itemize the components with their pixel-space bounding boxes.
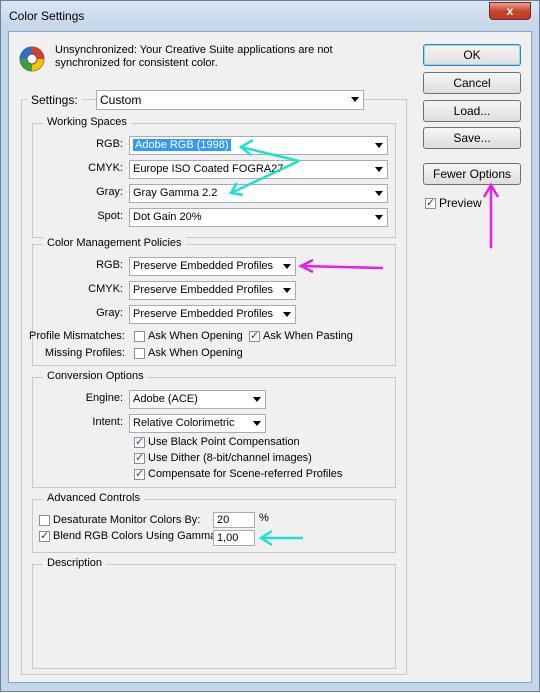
preview-label: Preview: [439, 196, 482, 210]
mismatch-ask-pasting-label: Ask When Pasting: [263, 330, 353, 342]
chevron-down-icon: [375, 167, 383, 172]
settings-value: Custom: [100, 93, 142, 107]
desaturate-label: Desaturate Monitor Colors By:: [53, 514, 201, 526]
policy-rgb-label: RGB:: [96, 259, 123, 271]
settings-select[interactable]: Custom: [96, 90, 364, 110]
black-point-checkbox[interactable]: [134, 435, 145, 448]
chevron-down-icon: [283, 288, 291, 293]
chevron-down-icon: [283, 312, 291, 317]
blend-gamma-input[interactable]: 1,00: [213, 530, 255, 546]
scene-referred-checkbox[interactable]: [134, 467, 145, 480]
missing-ask-opening-label: Ask When Opening: [148, 347, 243, 359]
chevron-down-icon: [253, 397, 261, 402]
intent-select[interactable]: Relative Colorimetric: [129, 414, 266, 433]
title-bar[interactable]: Color Settings x: [1, 1, 539, 31]
conversion-title: Conversion Options: [43, 370, 148, 382]
missing-ask-opening-checkbox[interactable]: [134, 348, 145, 359]
chevron-down-icon: [253, 421, 261, 426]
engine-label: Engine:: [85, 392, 123, 404]
mismatch-ask-opening-label: Ask When Opening: [148, 330, 243, 342]
ws-gray-select[interactable]: Gray Gamma 2.2: [129, 184, 388, 203]
desaturate-unit: %: [259, 512, 269, 524]
working-spaces-title: Working Spaces: [43, 116, 131, 128]
ws-cmyk-label: CMYK:: [88, 162, 123, 174]
ws-rgb-label: RGB:: [96, 138, 123, 150]
black-point-label: Use Black Point Compensation: [148, 436, 300, 448]
blend-gamma-label: Blend RGB Colors Using Gamma:: [53, 530, 220, 542]
close-icon: x: [506, 4, 514, 18]
mismatch-ask-pasting-checkbox[interactable]: [249, 329, 260, 342]
chevron-down-icon: [375, 143, 383, 148]
policy-cmyk-value: Preserve Embedded Profiles: [133, 284, 274, 296]
desaturate-checkbox[interactable]: [39, 515, 50, 526]
missing-profiles-label: Missing Profiles:: [44, 347, 125, 359]
ws-rgb-value: Adobe RGB (1998): [133, 139, 231, 151]
ws-spot-value: Dot Gain 20%: [133, 211, 202, 223]
intent-value: Relative Colorimetric: [133, 417, 235, 429]
policy-gray-label: Gray:: [96, 307, 123, 319]
engine-value: Adobe (ACE): [133, 393, 198, 405]
ws-spot-label: Spot:: [97, 210, 123, 222]
ws-gray-label: Gray:: [96, 186, 123, 198]
dialog-body: Unsynchronized: Your Creative Suite appl…: [8, 31, 532, 683]
policy-rgb-select[interactable]: Preserve Embedded Profiles: [129, 257, 296, 276]
save-button[interactable]: Save...: [423, 127, 521, 149]
chevron-down-icon: [375, 191, 383, 196]
desaturate-input[interactable]: 20: [213, 512, 255, 528]
ws-cmyk-value: Europe ISO Coated FOGRA27: [133, 163, 284, 175]
chevron-down-icon: [351, 97, 359, 102]
engine-select[interactable]: Adobe (ACE): [129, 390, 266, 409]
policy-rgb-value: Preserve Embedded Profiles: [133, 260, 274, 272]
chevron-down-icon: [375, 215, 383, 220]
color-wheel-icon: [19, 46, 45, 72]
fewer-options-button[interactable]: Fewer Options: [423, 163, 521, 185]
preview-checkbox[interactable]: [425, 196, 436, 209]
load-button[interactable]: Load...: [423, 100, 521, 122]
ws-spot-select[interactable]: Dot Gain 20%: [129, 208, 388, 227]
settings-label: Settings:: [27, 91, 82, 109]
color-settings-window: Color Settings x Unsynchronized: Your Cr…: [0, 0, 540, 692]
policy-cmyk-label: CMYK:: [88, 283, 123, 295]
policy-gray-value: Preserve Embedded Profiles: [133, 308, 274, 320]
description-title: Description: [43, 557, 107, 569]
ws-cmyk-select[interactable]: Europe ISO Coated FOGRA27: [129, 160, 388, 179]
policies-title: Color Management Policies: [43, 237, 186, 249]
scene-referred-label: Compensate for Scene-referred Profiles: [148, 468, 343, 480]
mismatch-ask-opening-checkbox[interactable]: [134, 331, 145, 342]
dither-label: Use Dither (8-bit/channel images): [148, 452, 312, 464]
policy-cmyk-select[interactable]: Preserve Embedded Profiles: [129, 281, 296, 300]
policy-gray-select[interactable]: Preserve Embedded Profiles: [129, 305, 296, 324]
ws-rgb-select[interactable]: Adobe RGB (1998): [129, 136, 388, 155]
ws-gray-value: Gray Gamma 2.2: [133, 187, 218, 199]
chevron-down-icon: [283, 264, 291, 269]
advanced-title: Advanced Controls: [43, 492, 144, 504]
intent-label: Intent:: [92, 416, 123, 428]
cancel-button[interactable]: Cancel: [423, 72, 521, 94]
blend-gamma-checkbox[interactable]: [39, 529, 50, 542]
description-group: Description: [32, 557, 396, 669]
close-button[interactable]: x: [489, 2, 531, 20]
window-title: Color Settings: [9, 9, 85, 23]
sync-message: Unsynchronized: Your Creative Suite appl…: [55, 44, 333, 69]
profile-mismatches-label: Profile Mismatches:: [29, 330, 125, 342]
ok-button[interactable]: OK: [423, 44, 521, 66]
dither-checkbox[interactable]: [134, 451, 145, 464]
